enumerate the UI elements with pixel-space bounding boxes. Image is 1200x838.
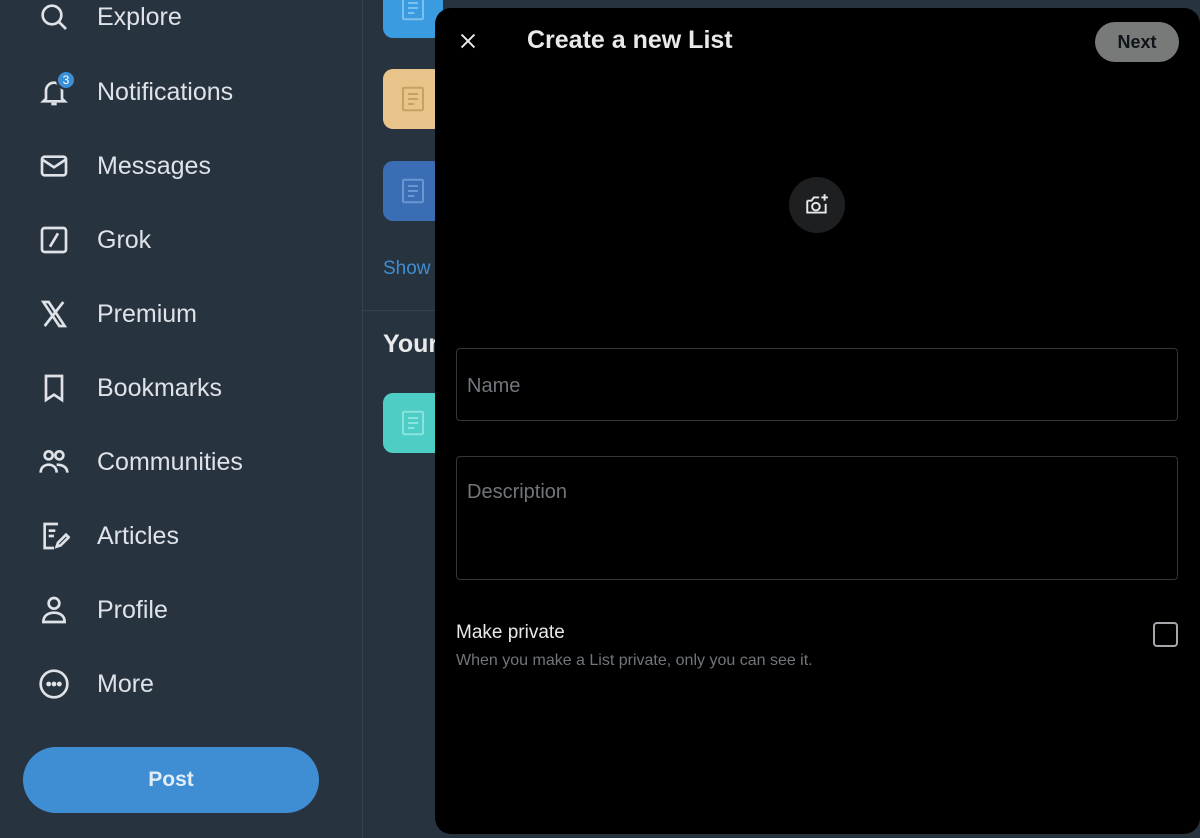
nav-label-messages: Messages — [97, 151, 211, 180]
close-button[interactable] — [453, 26, 483, 56]
nav-label-articles: Articles — [97, 521, 179, 550]
x-logo-icon — [36, 296, 72, 332]
list-thumbnail[interactable] — [383, 161, 443, 221]
make-private-checkbox[interactable] — [1153, 622, 1178, 647]
bell-icon: 3 — [36, 70, 76, 110]
list-icon — [402, 410, 424, 436]
nav-label-grok: Grok — [97, 225, 152, 254]
make-private-label: Make private — [456, 622, 565, 643]
name-input[interactable] — [457, 349, 1177, 420]
person-icon — [36, 592, 72, 628]
close-icon — [460, 33, 476, 49]
post-button[interactable]: Post — [23, 747, 319, 813]
list-icon — [402, 0, 424, 21]
list-thumbnail[interactable] — [383, 69, 443, 129]
description-field[interactable] — [456, 456, 1178, 580]
nav-premium[interactable]: Premium — [36, 289, 197, 339]
nav-messages[interactable]: Messages — [36, 141, 211, 191]
bookmark-icon — [36, 370, 72, 406]
nav-label-premium: Premium — [97, 299, 198, 328]
make-private-description: When you make a List private, only you c… — [456, 652, 813, 669]
nav-label-notifications: Notifications — [97, 77, 234, 106]
list-icon — [402, 86, 424, 112]
show-more-link[interactable]: Show — [383, 258, 431, 280]
notification-badge: 3 — [56, 70, 76, 90]
sidebar: Explore 3 Notifications Messages Grok Pr… — [0, 0, 362, 838]
nav-communities[interactable]: Communities — [36, 437, 243, 487]
description-input[interactable] — [457, 457, 1177, 579]
nav-label-bookmarks: Bookmarks — [97, 373, 223, 402]
nav-grok[interactable]: Grok — [36, 215, 151, 265]
nav-explore[interactable]: Explore — [36, 0, 182, 42]
create-list-modal: Create a new List Next Make private When… — [435, 8, 1200, 834]
nav-more[interactable]: More — [36, 659, 154, 709]
nav-profile[interactable]: Profile — [36, 585, 168, 635]
search-icon — [36, 0, 72, 35]
grok-icon — [36, 222, 72, 258]
nav-label-explore: Explore — [97, 2, 182, 31]
add-photo-button[interactable] — [789, 177, 845, 233]
name-field[interactable] — [456, 348, 1178, 421]
list-icon — [402, 178, 424, 204]
list-thumbnail[interactable] — [383, 0, 443, 38]
more-circle-icon — [36, 666, 72, 702]
nav-label-profile: Profile — [97, 595, 168, 624]
nav-articles[interactable]: Articles — [36, 511, 179, 561]
nav-bookmarks[interactable]: Bookmarks — [36, 363, 222, 413]
envelope-icon — [36, 148, 72, 184]
article-edit-icon — [36, 518, 72, 554]
your-lists-heading: Your — [383, 330, 439, 358]
people-icon — [36, 444, 72, 480]
nav-label-communities: Communities — [97, 447, 243, 476]
nav-notifications[interactable]: 3 Notifications — [36, 67, 233, 117]
modal-title: Create a new List — [527, 26, 733, 54]
camera-plus-icon — [806, 194, 828, 214]
nav-label-more: More — [97, 669, 154, 698]
list-thumbnail[interactable] — [383, 393, 443, 453]
next-button[interactable]: Next — [1095, 22, 1179, 62]
